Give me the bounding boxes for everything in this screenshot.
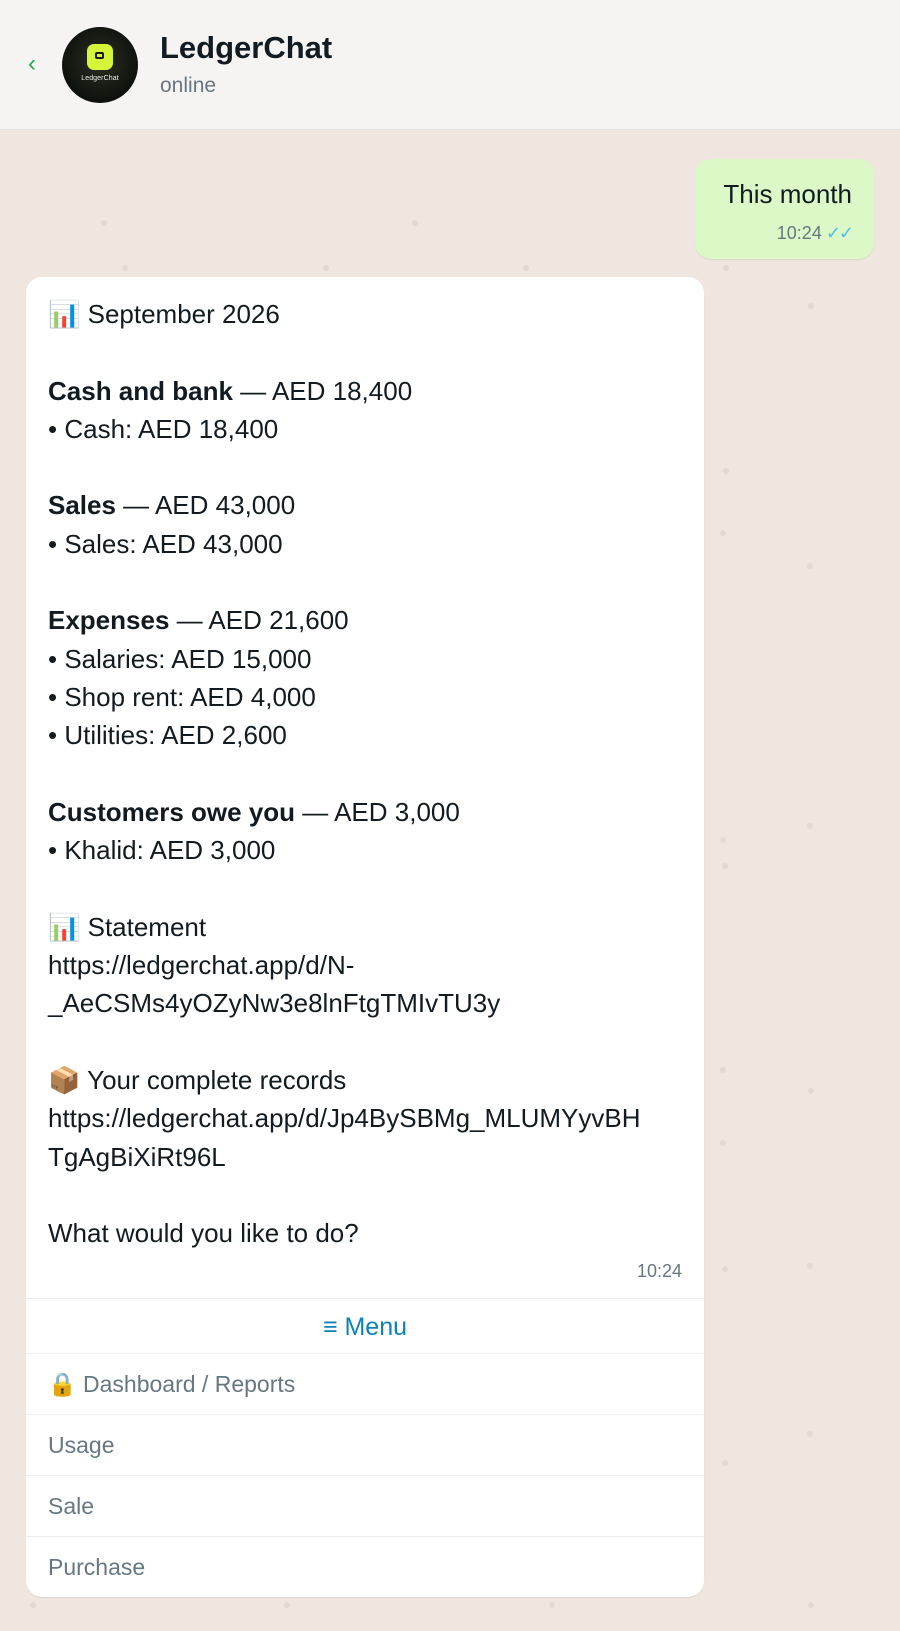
list-item: • Sales: AED 43,000 <box>48 528 283 559</box>
statement-url-line: https://ledgerchat.app/d/N- <box>48 950 355 981</box>
menu-item-usage[interactable]: Usage <box>26 1414 704 1475</box>
receivables-total: — AED 3,000 <box>295 796 460 827</box>
menu-item-sale[interactable]: Sale <box>26 1475 704 1536</box>
outgoing-message-meta: 10:24 ✓✓ <box>776 223 854 244</box>
menu-button[interactable]: ≡ Menu <box>26 1299 704 1353</box>
receivables-heading: Customers owe you <box>48 796 296 827</box>
sales-heading: Sales <box>48 490 116 521</box>
list-item: • Salaries: AED 15,000 <box>48 643 312 674</box>
list-item: • Khalid: AED 3,000 <box>48 835 276 866</box>
cash-total: — AED 18,400 <box>232 375 413 406</box>
incoming-message[interactable]: 📊 September 2026 Cash and bank — AED 18,… <box>26 277 704 1597</box>
incoming-message-text: 📊 September 2026 Cash and bank — AED 18,… <box>48 295 688 1252</box>
list-item: • Shop rent: AED 4,000 <box>48 681 316 712</box>
outgoing-message-time: 10:24 <box>776 223 822 243</box>
ledger-logo-icon <box>87 44 113 70</box>
menu-item-label: Sale <box>48 1493 95 1519</box>
sales-section-heading: Sales — AED 43,000 <box>48 486 688 524</box>
outgoing-message-text: This month <box>723 179 852 209</box>
expenses-section-heading: Expenses — AED 21,600 <box>48 601 688 639</box>
statement-label: 📊 Statement <box>48 911 207 942</box>
expenses-total: — AED 21,600 <box>169 605 349 636</box>
sales-total: — AED 43,000 <box>115 490 296 521</box>
statement-link[interactable]: https://ledgerchat.app/d/N- _AeCSMs4yOZy… <box>48 946 688 1023</box>
avatar-logo-text: LedgerChat <box>81 75 119 82</box>
records-link[interactable]: https://ledgerchat.app/d/Jp4BySBMg_MLUMY… <box>48 1099 688 1176</box>
chat-header: ‹ LedgerChat LedgerChat online <box>0 0 900 130</box>
menu-item-label: Purchase <box>48 1554 146 1580</box>
receivables-section-heading: Customers owe you — AED 3,000 <box>48 793 688 831</box>
prompt-line: What would you like to do? <box>48 1218 359 1249</box>
outgoing-message[interactable]: This month 10:24 ✓✓ <box>695 159 874 259</box>
menu-item-purchase[interactable]: Purchase <box>26 1536 704 1597</box>
chat-title[interactable]: LedgerChat <box>160 30 332 66</box>
records-url-line: TgAgBiXiRt96L <box>48 1141 226 1172</box>
menu-item-label: 🔒 Dashboard / Reports <box>48 1371 296 1397</box>
statement-url-line: _AeCSMs4yOZyNw3e8lnFtgTMIvTU3y <box>48 988 501 1019</box>
list-item: • Utilities: AED 2,600 <box>48 720 287 751</box>
chevron-left-icon[interactable]: ‹ <box>28 50 36 78</box>
read-ticks-icon: ✓✓ <box>825 223 854 243</box>
list-item: • Cash: AED 18,400 <box>48 413 279 444</box>
menu-item-label: Usage <box>48 1432 115 1458</box>
cash-heading: Cash and bank <box>48 375 233 406</box>
avatar[interactable]: LedgerChat <box>62 27 138 103</box>
period-line: 📊 September 2026 <box>48 299 280 329</box>
incoming-message-time: 10:24 <box>636 1261 682 1281</box>
records-url-line: https://ledgerchat.app/d/Jp4BySBMg_MLUMY… <box>48 1103 641 1134</box>
menu-item-dashboard-reports[interactable]: 🔒 Dashboard / Reports <box>26 1353 704 1414</box>
chat-status: online <box>160 74 217 97</box>
expenses-heading: Expenses <box>48 605 170 636</box>
records-label: 📦 Your complete records <box>48 1064 347 1095</box>
cash-section-heading: Cash and bank — AED 18,400 <box>48 372 688 410</box>
